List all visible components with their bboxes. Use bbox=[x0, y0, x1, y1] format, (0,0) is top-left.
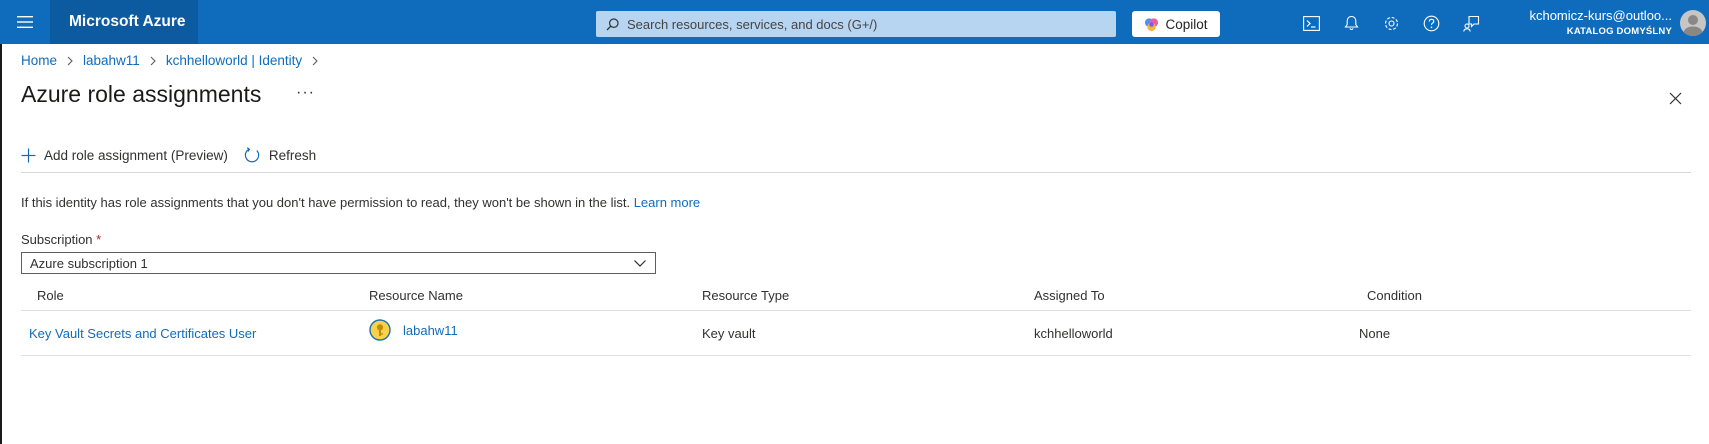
search-icon bbox=[606, 17, 619, 30]
window-edge bbox=[0, 0, 2, 444]
subscription-dropdown[interactable]: Azure subscription 1 bbox=[21, 252, 656, 274]
chevron-right-icon bbox=[312, 56, 318, 65]
close-icon bbox=[1669, 92, 1681, 104]
account-menu[interactable]: kchomicz-kurs@outloo... KATALOG DOMYŚLNY bbox=[1496, 8, 1672, 37]
brand-home-link[interactable]: Microsoft Azure bbox=[50, 0, 198, 44]
cloud-shell-button[interactable] bbox=[1300, 12, 1322, 34]
gear-icon bbox=[1384, 16, 1398, 30]
role-link[interactable]: Key Vault Secrets and Certificates User bbox=[29, 311, 256, 355]
person-icon bbox=[1683, 15, 1703, 36]
refresh-label: Refresh bbox=[268, 147, 317, 163]
role-assignments-table: Role Resource Name Resource Type Assigne… bbox=[21, 281, 1691, 356]
condition-cell: None bbox=[1359, 325, 1391, 341]
learn-more-link[interactable]: Learn more bbox=[634, 195, 700, 210]
refresh-button[interactable]: Refresh bbox=[244, 146, 317, 164]
copilot-label: Copilot bbox=[1165, 16, 1208, 32]
chevron-right-icon bbox=[150, 56, 156, 65]
help-icon bbox=[1423, 15, 1439, 31]
table-header: Role Resource Name Resource Type Assigne… bbox=[21, 281, 1691, 311]
permission-info-text: If this identity has role assignments th… bbox=[21, 195, 700, 210]
global-search-box[interactable] bbox=[596, 11, 1116, 37]
key-vault-icon bbox=[369, 319, 391, 341]
column-header-resource-type[interactable]: Resource Type bbox=[702, 281, 789, 310]
column-header-role[interactable]: Role bbox=[37, 281, 64, 310]
column-header-assigned-to[interactable]: Assigned To bbox=[1034, 281, 1105, 310]
required-marker: * bbox=[96, 232, 102, 247]
account-directory: KATALOG DOMYŚLNY bbox=[1566, 26, 1672, 37]
resource-name-cell: labahw11 bbox=[369, 308, 458, 352]
resource-name-link[interactable]: labahw11 bbox=[403, 323, 458, 338]
breadcrumb: Home labahw11 kchhelloworld | Identity bbox=[21, 53, 328, 68]
feedback-button[interactable] bbox=[1460, 12, 1482, 34]
assigned-to-cell: kchhelloworld bbox=[1034, 325, 1113, 341]
terminal-icon bbox=[1302, 15, 1320, 31]
command-bar: Add role assignment (Preview) Refresh bbox=[21, 142, 332, 168]
refresh-icon bbox=[244, 146, 259, 162]
brand-label: Microsoft Azure bbox=[69, 13, 186, 30]
copilot-icon bbox=[1145, 17, 1159, 31]
command-bar-divider bbox=[21, 172, 1691, 173]
chevron-right-icon bbox=[67, 56, 73, 65]
more-options-button[interactable]: ··· bbox=[296, 84, 315, 102]
bell-icon bbox=[1343, 15, 1359, 31]
account-name: kchomicz-kurs@outloo... bbox=[1529, 8, 1672, 23]
subscription-selected-value: Azure subscription 1 bbox=[30, 255, 148, 271]
breadcrumb-identity[interactable]: kchhelloworld | Identity bbox=[166, 53, 302, 68]
plus-icon bbox=[21, 148, 36, 162]
help-button[interactable] bbox=[1420, 12, 1442, 34]
table-row: Key Vault Secrets and Certificates User … bbox=[21, 311, 1691, 356]
page-title: Azure role assignments bbox=[21, 81, 262, 107]
top-navigation-bar: Microsoft Azure Copilot kchomicz-kurs@ou… bbox=[0, 0, 1709, 44]
column-header-resource-name[interactable]: Resource Name bbox=[369, 281, 463, 310]
close-blade-button[interactable] bbox=[1664, 87, 1686, 109]
column-header-condition[interactable]: Condition bbox=[1367, 281, 1422, 310]
subscription-label-text: Subscription bbox=[21, 232, 93, 247]
portal-menu-button[interactable] bbox=[14, 12, 36, 32]
breadcrumb-resource-group[interactable]: labahw11 bbox=[83, 53, 140, 68]
chevron-down-icon bbox=[634, 260, 646, 267]
copilot-button[interactable]: Copilot bbox=[1132, 11, 1220, 37]
subscription-label: Subscription * bbox=[21, 232, 101, 247]
resource-type-cell: Key vault bbox=[702, 325, 756, 341]
add-role-assignment-button[interactable]: Add role assignment (Preview) bbox=[21, 148, 228, 163]
add-role-assignment-label: Add role assignment (Preview) bbox=[44, 147, 228, 163]
avatar[interactable] bbox=[1680, 10, 1706, 36]
breadcrumb-home[interactable]: Home bbox=[21, 53, 57, 68]
hamburger-menu-icon bbox=[17, 16, 33, 28]
feedback-icon bbox=[1462, 15, 1479, 32]
permission-info-message: If this identity has role assignments th… bbox=[21, 195, 634, 210]
settings-button[interactable] bbox=[1380, 12, 1402, 34]
global-search-input[interactable] bbox=[627, 16, 1107, 32]
notifications-button[interactable] bbox=[1340, 12, 1362, 34]
